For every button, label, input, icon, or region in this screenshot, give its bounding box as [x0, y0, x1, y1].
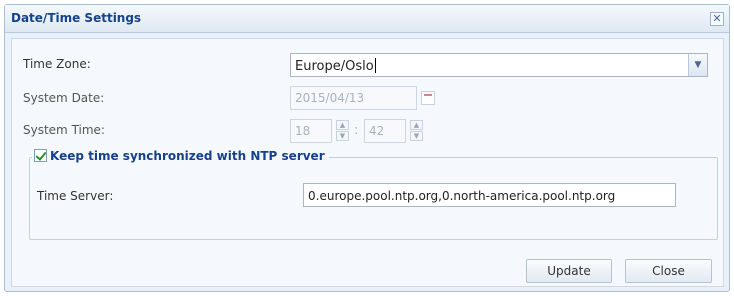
close-icon[interactable]: ✕ [710, 12, 724, 26]
ntp-checkbox-label: Keep time synchronized with NTP server [50, 149, 325, 163]
close-button[interactable]: Close [625, 259, 712, 283]
time-separator: : [354, 123, 359, 138]
timezone-value: Europe/Oslo [295, 59, 374, 74]
hour-down-icon[interactable]: ▼ [336, 131, 349, 141]
timezone-select[interactable]: Europe/Oslo ▼ [290, 53, 708, 77]
system-date-label: System Date: [23, 91, 105, 105]
dialog-titlebar: Date/Time Settings ✕ [5, 5, 729, 33]
system-date-field[interactable]: 2015/04/13 [290, 86, 417, 110]
hour-value: 18 [295, 124, 311, 138]
minute-value: 42 [369, 124, 385, 138]
checkbox-icon[interactable] [34, 149, 47, 162]
system-time-label: System Time: [23, 123, 105, 137]
datetime-settings-dialog: Date/Time Settings ✕ Time Zone: Europe/O… [4, 4, 730, 292]
time-server-value: 0.europe.pool.ntp.org,0.north-america.po… [308, 189, 616, 203]
minute-field[interactable]: 42 [364, 119, 406, 143]
text-caret [374, 58, 376, 73]
timezone-value-wrap[interactable]: Europe/Oslo [295, 58, 376, 74]
hour-up-icon[interactable]: ▲ [336, 120, 349, 130]
chevron-down-icon[interactable]: ▼ [688, 54, 707, 76]
dialog-title: Date/Time Settings [11, 11, 142, 25]
hour-field[interactable]: 18 [290, 119, 332, 143]
minute-down-icon[interactable]: ▼ [410, 131, 423, 141]
hour-spinner-icon[interactable]: ▲ ▼ [336, 120, 349, 142]
timezone-label: Time Zone: [23, 57, 91, 71]
system-date-value: 2015/04/13 [295, 91, 365, 105]
time-server-input[interactable]: 0.europe.pool.ntp.org,0.north-america.po… [303, 183, 676, 207]
minute-spinner-icon[interactable]: ▲ ▼ [410, 120, 423, 142]
update-button[interactable]: Update [526, 259, 612, 283]
dialog-body: Time Zone: Europe/Oslo ▼ System Date: 20… [11, 38, 724, 287]
minute-up-icon[interactable]: ▲ [410, 120, 423, 130]
time-server-label: Time Server: [37, 189, 114, 203]
calendar-icon[interactable] [421, 91, 435, 105]
ntp-checkbox-legend[interactable]: Keep time synchronized with NTP server [32, 149, 329, 165]
